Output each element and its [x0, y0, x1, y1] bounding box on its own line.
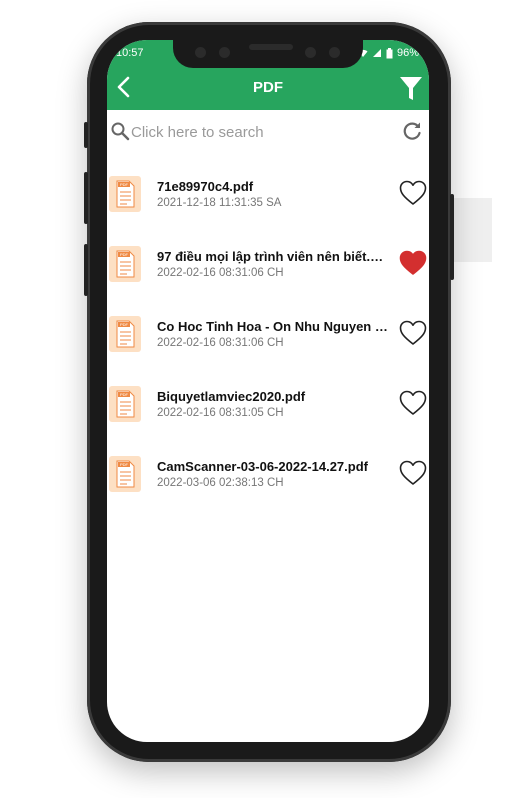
pdf-icon-label: PDF [120, 252, 129, 257]
app-header: 10:57 96% PDF [107, 40, 429, 110]
pdf-icon-label: PDF [120, 392, 129, 397]
pdf-file-icon: PDF [109, 176, 141, 212]
app-screen: 10:57 96% PDF Click here to search PDF 7… [107, 40, 429, 742]
phone-button [84, 244, 88, 296]
phone-button [84, 172, 88, 224]
pdf-icon-label: PDF [120, 182, 129, 187]
camera-dot [329, 47, 340, 58]
pdf-icon-label: PDF [120, 462, 129, 467]
file-name: 71e89970c4.pdf [157, 179, 254, 194]
file-date: 2022-02-16 08:31:06 CH [157, 337, 284, 349]
favorite-heart-icon[interactable] [399, 390, 427, 416]
camera-notch [173, 40, 363, 68]
pdf-file-icon: PDF [109, 316, 141, 352]
file-name: CamScanner-03-06-2022-14.27.pdf [157, 459, 368, 474]
file-list-item[interactable]: PDF 71e89970c4.pdf 2021-12-18 11:31:35 S… [107, 176, 429, 236]
background-panel [452, 198, 492, 262]
file-name: Co Hoc Tinh Hoa - On Nhu Nguyen Va.. [157, 319, 389, 334]
file-list-item[interactable]: PDF CamScanner-03-06-2022-14.27.pdf 2022… [107, 456, 429, 516]
file-name: 97 điều mọi lập trình viên nên biết.pdf [157, 249, 389, 264]
file-date: 2021-12-18 11:31:35 SA [157, 197, 282, 209]
sensor-dot [195, 47, 206, 58]
favorite-heart-icon[interactable] [399, 460, 427, 486]
status-time: 10:57 [116, 47, 144, 59]
pdf-file-icon: PDF [109, 456, 141, 492]
sensor-dot [305, 47, 316, 58]
favorite-heart-icon[interactable] [399, 250, 427, 276]
file-list-item[interactable]: PDF 97 điều mọi lập trình viên nên biết.… [107, 246, 429, 306]
phone-button [450, 194, 454, 280]
pdf-icon-label: PDF [120, 322, 129, 327]
pdf-file-icon: PDF [109, 246, 141, 282]
camera-dot [219, 47, 230, 58]
speaker-grille [249, 44, 293, 50]
phone-button [84, 122, 88, 148]
favorite-heart-icon[interactable] [399, 320, 427, 346]
battery-level: 96% [396, 47, 419, 59]
file-list-item[interactable]: PDF Biquyetlamviec2020.pdf 2022-02-16 08… [107, 386, 429, 446]
search-input[interactable] [131, 120, 391, 144]
pdf-file-icon: PDF [109, 386, 141, 422]
search-icon [111, 122, 130, 141]
file-date: 2022-02-16 08:31:05 CH [157, 407, 284, 419]
signal-icon [372, 49, 381, 57]
file-list-item[interactable]: PDF Co Hoc Tinh Hoa - On Nhu Nguyen Va..… [107, 316, 429, 376]
battery-icon [386, 47, 393, 58]
search-bar [107, 110, 429, 156]
refresh-icon[interactable] [401, 120, 423, 142]
favorite-heart-icon[interactable] [399, 180, 427, 206]
file-date: 2022-03-06 02:38:13 CH [157, 477, 284, 489]
page-title: PDF [253, 79, 283, 96]
file-name: Biquyetlamviec2020.pdf [157, 389, 306, 404]
status-icons: 96% [358, 47, 419, 59]
filter-icon[interactable] [399, 76, 423, 102]
file-date: 2022-02-16 08:31:06 CH [157, 267, 284, 279]
